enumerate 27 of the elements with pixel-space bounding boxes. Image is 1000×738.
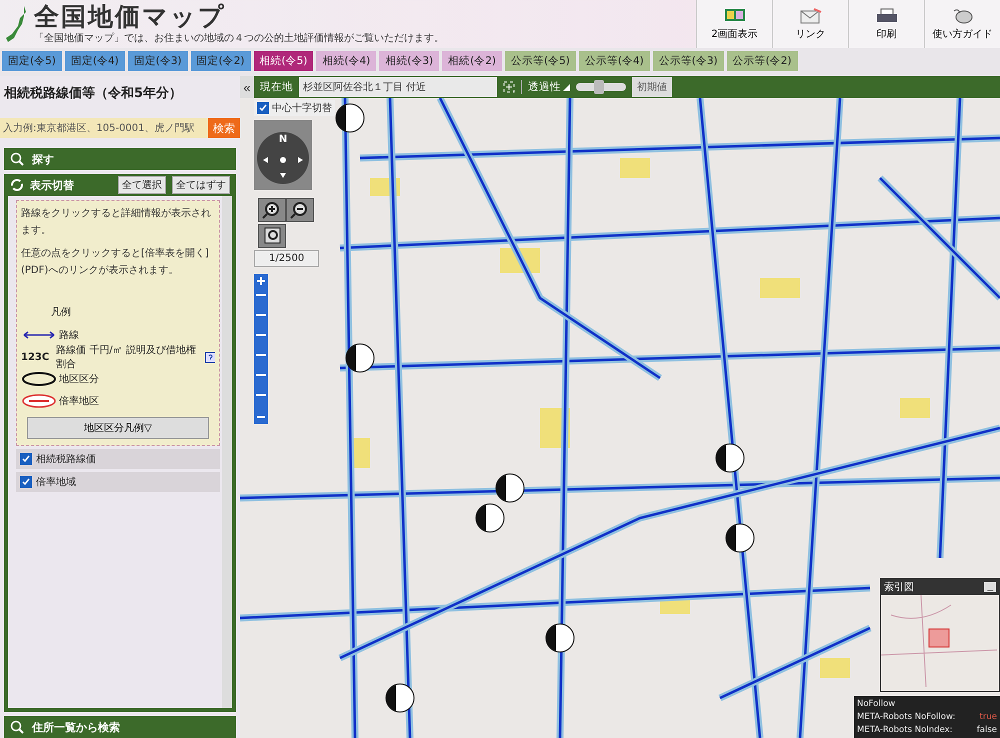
layer-label: 相続税路線価 [36,452,96,466]
legend-title: 凡例 [50,306,72,320]
legend-label: 路線価 千円/㎡ 説明及び借地権割合 [56,344,197,371]
scale-label: 1/2500 [254,250,320,267]
panel-heading: 相続税路線価等（令和5年分） [2,85,184,103]
seo-value: true [980,712,997,722]
route-value-sample: 123C [21,352,50,362]
crosshair-label: 中心十字切替 [272,102,332,115]
index-map-title: 索引図 [884,580,914,594]
section-label: 探す [32,152,54,166]
app-subtitle: 「全国地価マップ」では、お住まいの地域の４つの公的土地評価情報がご覧いただけます。 [34,32,444,45]
legend-label: 倍率地区 [59,394,99,408]
seo-value: false [976,725,997,735]
location-field: 杉並区阿佐谷北１丁目 付近 [299,77,497,97]
location-label: 現在地 [260,80,293,94]
opacity-label: 透過性 [528,80,561,94]
seo-label: META-Robots NoFollow: [857,712,956,722]
section-label: 住所一覧から検索 [32,720,120,734]
layer-label: 倍率地域 [36,476,76,489]
legend-label: 路線 [59,329,79,342]
seo-panel-title: NoFollow [857,699,896,709]
legend-label: 地区区分 [59,372,99,386]
help-text: 路線をクリックすると詳細情報が表示されます。 [21,206,212,238]
app-title: 全国地価マップ [34,3,227,31]
seo-label: META-Robots NoIndex: [857,725,953,735]
section-label: 表示切替 [30,178,74,192]
help-text: 任意の点をクリックすると[倍率表を開く](PDF)へのリンクが表示されます。 [21,246,210,278]
